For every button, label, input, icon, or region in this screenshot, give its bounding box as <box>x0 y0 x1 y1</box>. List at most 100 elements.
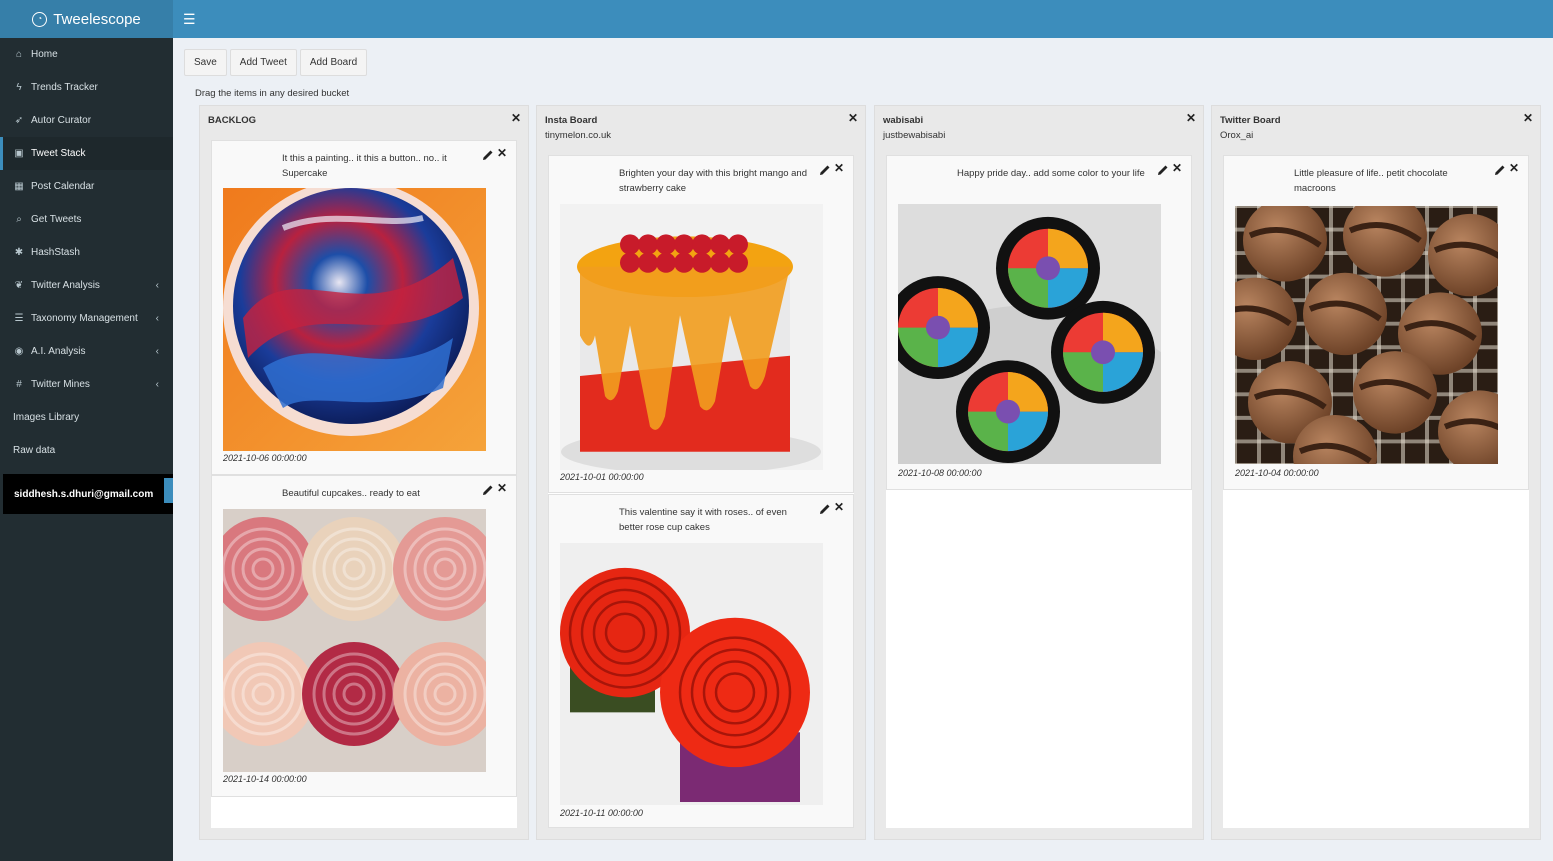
tweet-text: This valentine say it with roses.. of ev… <box>619 507 787 533</box>
sidebar: ⌂ Home ϟ Trends Tracker ➶ Autor Curator ▣ Tweet… <box>0 38 173 861</box>
board-dropzone[interactable]: Little pleasure of life.. petit chocolat… <box>1223 155 1529 828</box>
app-logo[interactable]: ◔ Tweelescope <box>0 0 173 38</box>
board-dropzone[interactable]: Happy pride day.. add some color to your… <box>886 155 1192 828</box>
user-email-box[interactable]: siddhesh.s.dhuri@gmail.com <box>3 474 173 514</box>
app-title: Tweelescope <box>53 10 141 28</box>
sidebar-item-label: Twitter Analysis <box>31 280 100 291</box>
sidebar-item-label: A.I. Analysis <box>31 346 86 357</box>
add-board-button[interactable]: Add Board <box>299 49 368 76</box>
toolbar: Save Add Tweet Add Board <box>184 49 368 76</box>
board-backlog[interactable]: BACKLOG ✕ It this a painting.. it this a b… <box>199 105 529 840</box>
tweet-card[interactable]: Beautiful cupcakes.. ready to eat ✕ 2021-1… <box>211 475 517 797</box>
tweet-date: 2021-10-06 00:00:00 <box>223 453 307 463</box>
board-insta-board[interactable]: Insta Board tinymelon.co.uk ✕ Brighten your… <box>536 105 866 840</box>
chevron-left-icon: ‹ <box>155 280 159 291</box>
sidebar-item-label: Images Library <box>13 412 80 423</box>
add-tweet-button[interactable]: Add Tweet <box>229 49 297 76</box>
list-icon: ☰ <box>14 313 24 324</box>
tweet-image-rose-cupcakes-box <box>223 509 486 772</box>
sidebar-item-twitter-mines[interactable]: # Twitter Mines ‹ <box>0 368 173 401</box>
tweet-card[interactable]: Brighten your day with this bright mango… <box>548 155 854 493</box>
sidebar-item-autor-curator[interactable]: ➶ Autor Curator <box>0 104 173 137</box>
tweet-text: Happy pride day.. add some color to your… <box>957 168 1145 179</box>
pencil-icon[interactable] <box>1157 163 1169 175</box>
tweet-card[interactable]: Little pleasure of life.. petit chocolat… <box>1223 155 1529 490</box>
menu-toggle-icon[interactable]: ☰ <box>183 11 196 28</box>
tweet-image-red-rose-cupcakes <box>560 543 823 805</box>
sidebar-item-label: Home <box>31 49 58 60</box>
tweet-text: It this a painting.. it this a button.. … <box>282 153 447 179</box>
tweet-image-chocolate-macarons <box>1235 206 1498 464</box>
sidebar-item-label: Twitter Mines <box>31 379 90 390</box>
sidebar-item-get-tweets[interactable]: ⌕ Get Tweets <box>0 203 173 236</box>
tweet-date: 2021-10-04 00:00:00 <box>1235 468 1319 478</box>
hash-icon: # <box>16 379 22 390</box>
remove-board-icon[interactable]: ✕ <box>511 111 521 125</box>
tweet-card[interactable]: It this a painting.. it this a button.. … <box>211 140 517 475</box>
pencil-icon[interactable] <box>819 502 831 514</box>
remove-tweet-icon[interactable]: ✕ <box>834 500 844 514</box>
board-dropzone[interactable]: It this a painting.. it this a button.. … <box>211 140 517 828</box>
remove-tweet-icon[interactable]: ✕ <box>834 161 844 175</box>
sidebar-item-label: HashStash <box>31 247 80 258</box>
board-title: Twitter Board <box>1220 115 1281 126</box>
remove-tweet-icon[interactable]: ✕ <box>497 481 507 495</box>
remove-board-icon[interactable]: ✕ <box>1186 111 1196 125</box>
tweet-text: Little pleasure of life.. petit chocolat… <box>1294 168 1448 194</box>
save-button[interactable]: Save <box>184 49 227 76</box>
remove-tweet-icon[interactable]: ✕ <box>1509 161 1519 175</box>
sidebar-menu: ⌂ Home ϟ Trends Tracker ➶ Autor Curator ▣ Tweet… <box>0 38 173 467</box>
board-wabisabi[interactable]: wabisabi justbewabisabi ✕ Happy pride day..… <box>874 105 1204 840</box>
sidebar-item-post-calendar[interactable]: ▦ Post Calendar <box>0 170 173 203</box>
sidebar-item-label: Raw data <box>13 445 56 456</box>
sidebar-item-label: Autor Curator <box>31 115 92 126</box>
tweet-text: Beautiful cupcakes.. ready to eat <box>282 488 420 499</box>
remove-tweet-icon[interactable]: ✕ <box>497 146 507 160</box>
tweet-text: Brighten your day with this bright mango… <box>619 168 807 194</box>
sidebar-item-twitter-analysis[interactable]: ❦ Twitter Analysis ‹ <box>0 269 173 302</box>
tweet-date: 2021-10-01 00:00:00 <box>560 472 644 482</box>
home-icon: ⌂ <box>15 49 23 60</box>
drag-hint: Drag the items in any desired bucket <box>195 88 350 99</box>
pencil-icon[interactable] <box>1494 163 1506 175</box>
sidebar-item-images-library[interactable]: Images Library <box>0 401 173 434</box>
board-twitter-board[interactable]: Twitter Board Orox_ai ✕ Little pleasure of … <box>1211 105 1541 840</box>
board-title: Insta Board <box>545 115 598 126</box>
sidebar-item-a-i-analysis[interactable]: ◉ A.I. Analysis ‹ <box>0 335 173 368</box>
sidebar-item-tweet-stack[interactable]: ▣ Tweet Stack <box>0 137 173 170</box>
sidebar-item-home[interactable]: ⌂ Home <box>0 38 173 71</box>
tweet-date: 2021-10-14 00:00:00 <box>223 774 307 784</box>
calendar-icon: ▦ <box>14 181 24 192</box>
remove-tweet-icon[interactable]: ✕ <box>1172 161 1182 175</box>
sidebar-item-trends-tracker[interactable]: ϟ Trends Tracker <box>0 71 173 104</box>
sidebar-item-label: Trends Tracker <box>31 82 98 93</box>
pencil-icon[interactable] <box>482 483 494 495</box>
tweet-card[interactable]: This valentine say it with roses.. of ev… <box>548 494 854 828</box>
board-handle: justbewabisabi <box>883 130 946 141</box>
sidebar-item-label: Tweet Stack <box>31 148 86 159</box>
pencil-icon[interactable] <box>482 148 494 160</box>
board-title: wabisabi <box>883 115 924 126</box>
tweet-card[interactable]: Happy pride day.. add some color to your… <box>886 155 1192 490</box>
board-dropzone[interactable]: Brighten your day with this bright mango… <box>548 155 854 828</box>
remove-board-icon[interactable]: ✕ <box>1523 111 1533 125</box>
remove-board-icon[interactable]: ✕ <box>848 111 858 125</box>
sidebar-item-raw-data[interactable]: Raw data <box>0 434 173 467</box>
chat-icon: ⌕ <box>16 214 22 225</box>
board-handle: tinymelon.co.uk <box>545 130 612 141</box>
sidebar-item-taxonomy-management[interactable]: ☰ Taxonomy Management ‹ <box>0 302 173 335</box>
chevron-left-icon: ‹ <box>155 313 159 324</box>
brain-icon: ◉ <box>14 346 24 357</box>
user-accent-bar <box>164 478 173 503</box>
sidebar-item-hashstash[interactable]: ✱ HashStash <box>0 236 173 269</box>
tweet-date: 2021-10-08 00:00:00 <box>898 468 982 478</box>
tweet-image-rainbow-cupcakes <box>898 204 1161 464</box>
pencil-icon[interactable] <box>819 163 831 175</box>
sidebar-item-label: Taxonomy Management <box>31 313 138 324</box>
tweet-date: 2021-10-11 00:00:00 <box>560 808 643 818</box>
twitter-icon: ❦ <box>14 280 24 291</box>
telescope-icon: ◔ <box>32 11 48 27</box>
tweet-image-mirror-glaze-cake <box>223 188 486 451</box>
chevron-left-icon: ‹ <box>155 379 159 390</box>
bolt-icon: ϟ <box>16 82 22 93</box>
